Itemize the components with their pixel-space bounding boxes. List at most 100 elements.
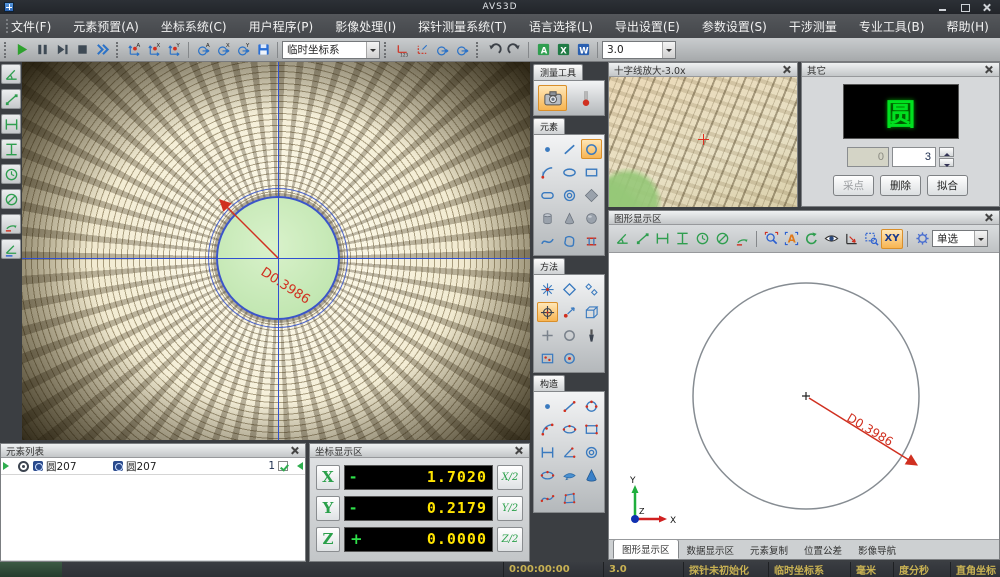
menu-item[interactable]: 坐标系统(C) bbox=[150, 18, 238, 35]
axis-zero-button[interactable]: Z bbox=[316, 527, 340, 552]
magnification-select[interactable]: 3.0 bbox=[602, 41, 676, 59]
construct-plane-icon[interactable] bbox=[559, 465, 580, 485]
vertical-distance-icon[interactable] bbox=[672, 229, 692, 249]
axis-123-icon[interactable] bbox=[392, 40, 412, 60]
axis-dashed-icon[interactable] bbox=[412, 40, 432, 60]
excel-export-icon[interactable] bbox=[553, 40, 573, 60]
menu-item[interactable]: 专业工具(B) bbox=[848, 18, 936, 35]
menu-item[interactable]: 导出设置(E) bbox=[604, 18, 691, 35]
construct-tab[interactable]: 构造 bbox=[533, 375, 565, 391]
menu-item[interactable]: 元素预置(A) bbox=[62, 18, 150, 35]
probe-mode-icon[interactable] bbox=[571, 85, 600, 111]
menu-item[interactable]: 探针测量系统(T) bbox=[407, 18, 518, 35]
points-stepper[interactable] bbox=[939, 147, 954, 167]
diameter-icon[interactable] bbox=[1, 189, 21, 209]
construct-ring-icon[interactable] bbox=[581, 442, 602, 462]
rotate-axis-y-icon[interactable] bbox=[233, 40, 253, 60]
bottom-tab[interactable]: 元素复制 bbox=[742, 541, 796, 559]
construct-quad-icon[interactable] bbox=[559, 488, 580, 508]
rotate-axis-a-icon[interactable] bbox=[193, 40, 213, 60]
elements-tab[interactable]: 元素 bbox=[533, 118, 565, 134]
timer-circle-icon[interactable] bbox=[1, 164, 21, 184]
toolbar-grip[interactable] bbox=[4, 42, 8, 58]
slot-tool-icon[interactable] bbox=[537, 185, 558, 205]
cylinder-tool-icon[interactable] bbox=[537, 208, 558, 228]
run-icon[interactable] bbox=[12, 40, 32, 60]
bottom-tab[interactable]: 数据显示区 bbox=[679, 541, 743, 559]
camera-image-view[interactable]: D0.3986 bbox=[22, 62, 530, 440]
bottom-tab[interactable]: 图形显示区 bbox=[613, 539, 679, 559]
menu-item[interactable]: 用户程序(P) bbox=[238, 18, 325, 35]
combo-arrow-icon[interactable] bbox=[974, 231, 987, 246]
element-list-body[interactable]: 圆207 圆207 1 bbox=[1, 458, 305, 560]
circle-method-icon[interactable] bbox=[559, 325, 580, 345]
point-count-field[interactable] bbox=[847, 147, 889, 167]
point-tool-icon[interactable] bbox=[537, 139, 558, 159]
horizontal-distance-icon[interactable] bbox=[652, 229, 672, 249]
rotate-axis-x-icon[interactable] bbox=[213, 40, 233, 60]
combo-arrow-icon[interactable] bbox=[366, 42, 379, 58]
bottom-tab[interactable]: 影像导航 bbox=[850, 541, 904, 559]
construct-cone-icon[interactable] bbox=[581, 465, 602, 485]
stepper-down-icon[interactable] bbox=[939, 158, 954, 168]
menu-item[interactable]: 干涉测量 bbox=[778, 18, 848, 35]
plus-method-icon[interactable] bbox=[537, 325, 558, 345]
timer-circle-icon[interactable] bbox=[692, 229, 712, 249]
construct-point-ring-icon[interactable] bbox=[537, 465, 558, 485]
stop-icon[interactable] bbox=[72, 40, 92, 60]
zoom-select-icon[interactable] bbox=[761, 229, 781, 249]
point-pick-method-icon[interactable] bbox=[559, 302, 580, 322]
element-row[interactable]: 圆207 圆207 1 bbox=[1, 458, 305, 475]
half-value-button[interactable]: Z/2 bbox=[497, 527, 523, 552]
xy-view-button[interactable]: XY bbox=[881, 229, 903, 249]
close-icon[interactable] bbox=[289, 445, 300, 456]
line-measure-icon[interactable] bbox=[632, 229, 652, 249]
toolbar-grip[interactable] bbox=[476, 42, 480, 58]
region-points-method-icon[interactable] bbox=[537, 348, 558, 368]
line-tool-icon[interactable] bbox=[559, 139, 580, 159]
measure-tools-tab[interactable]: 测量工具 bbox=[533, 64, 583, 80]
label-tool-icon[interactable] bbox=[781, 229, 801, 249]
angle-measure-icon[interactable] bbox=[1, 64, 21, 84]
horizontal-distance-icon[interactable] bbox=[1, 114, 21, 134]
delete-button[interactable]: 删除 bbox=[880, 175, 921, 196]
closed-curve-tool-icon[interactable] bbox=[559, 231, 580, 251]
fit-button[interactable]: 拟合 bbox=[927, 175, 968, 196]
close-icon[interactable] bbox=[983, 212, 994, 223]
plane-tool-icon[interactable] bbox=[581, 185, 602, 205]
section-tool-icon[interactable] bbox=[581, 231, 602, 251]
word-export-icon[interactable] bbox=[573, 40, 593, 60]
close-icon[interactable] bbox=[513, 445, 524, 456]
half-value-button[interactable]: X/2 bbox=[497, 465, 523, 490]
settings-gear-icon[interactable] bbox=[912, 229, 932, 249]
toolbar-grip[interactable] bbox=[116, 42, 120, 58]
axis-zero-button[interactable]: Y bbox=[316, 496, 340, 521]
arc-measure-icon[interactable] bbox=[1, 214, 21, 234]
close-icon[interactable] bbox=[781, 64, 792, 75]
stepper-up-icon[interactable] bbox=[939, 147, 954, 157]
close-icon[interactable] bbox=[982, 3, 992, 12]
circle-tool-icon[interactable] bbox=[581, 139, 602, 159]
sphere-tool-icon[interactable] bbox=[581, 208, 602, 228]
box-3d-method-icon[interactable] bbox=[581, 302, 602, 322]
bottom-tab[interactable]: 位置公差 bbox=[796, 541, 850, 559]
construct-point-icon[interactable] bbox=[537, 396, 558, 416]
curve-tool-icon[interactable] bbox=[537, 231, 558, 251]
axis-zero-button[interactable]: X bbox=[316, 465, 340, 490]
construct-ellipse-icon[interactable] bbox=[559, 419, 580, 439]
center-point-method-icon[interactable] bbox=[559, 348, 580, 368]
close-icon[interactable] bbox=[983, 64, 994, 75]
cone-tool-icon[interactable] bbox=[559, 208, 580, 228]
diameter-icon[interactable] bbox=[712, 229, 732, 249]
set-origin-y-icon[interactable] bbox=[164, 40, 184, 60]
selection-mode-select[interactable]: 单选 bbox=[932, 230, 988, 247]
camera-mode-icon[interactable] bbox=[538, 85, 567, 111]
ellipse-tool-icon[interactable] bbox=[559, 162, 580, 182]
arc-tool-icon[interactable] bbox=[537, 162, 558, 182]
undo-icon[interactable] bbox=[484, 40, 504, 60]
visibility-icon[interactable] bbox=[821, 229, 841, 249]
save-coordinate-icon[interactable] bbox=[253, 40, 273, 60]
vertical-distance-icon[interactable] bbox=[1, 139, 21, 159]
arc-measure-icon[interactable] bbox=[732, 229, 752, 249]
rotate-coordinate-icon[interactable] bbox=[452, 40, 472, 60]
